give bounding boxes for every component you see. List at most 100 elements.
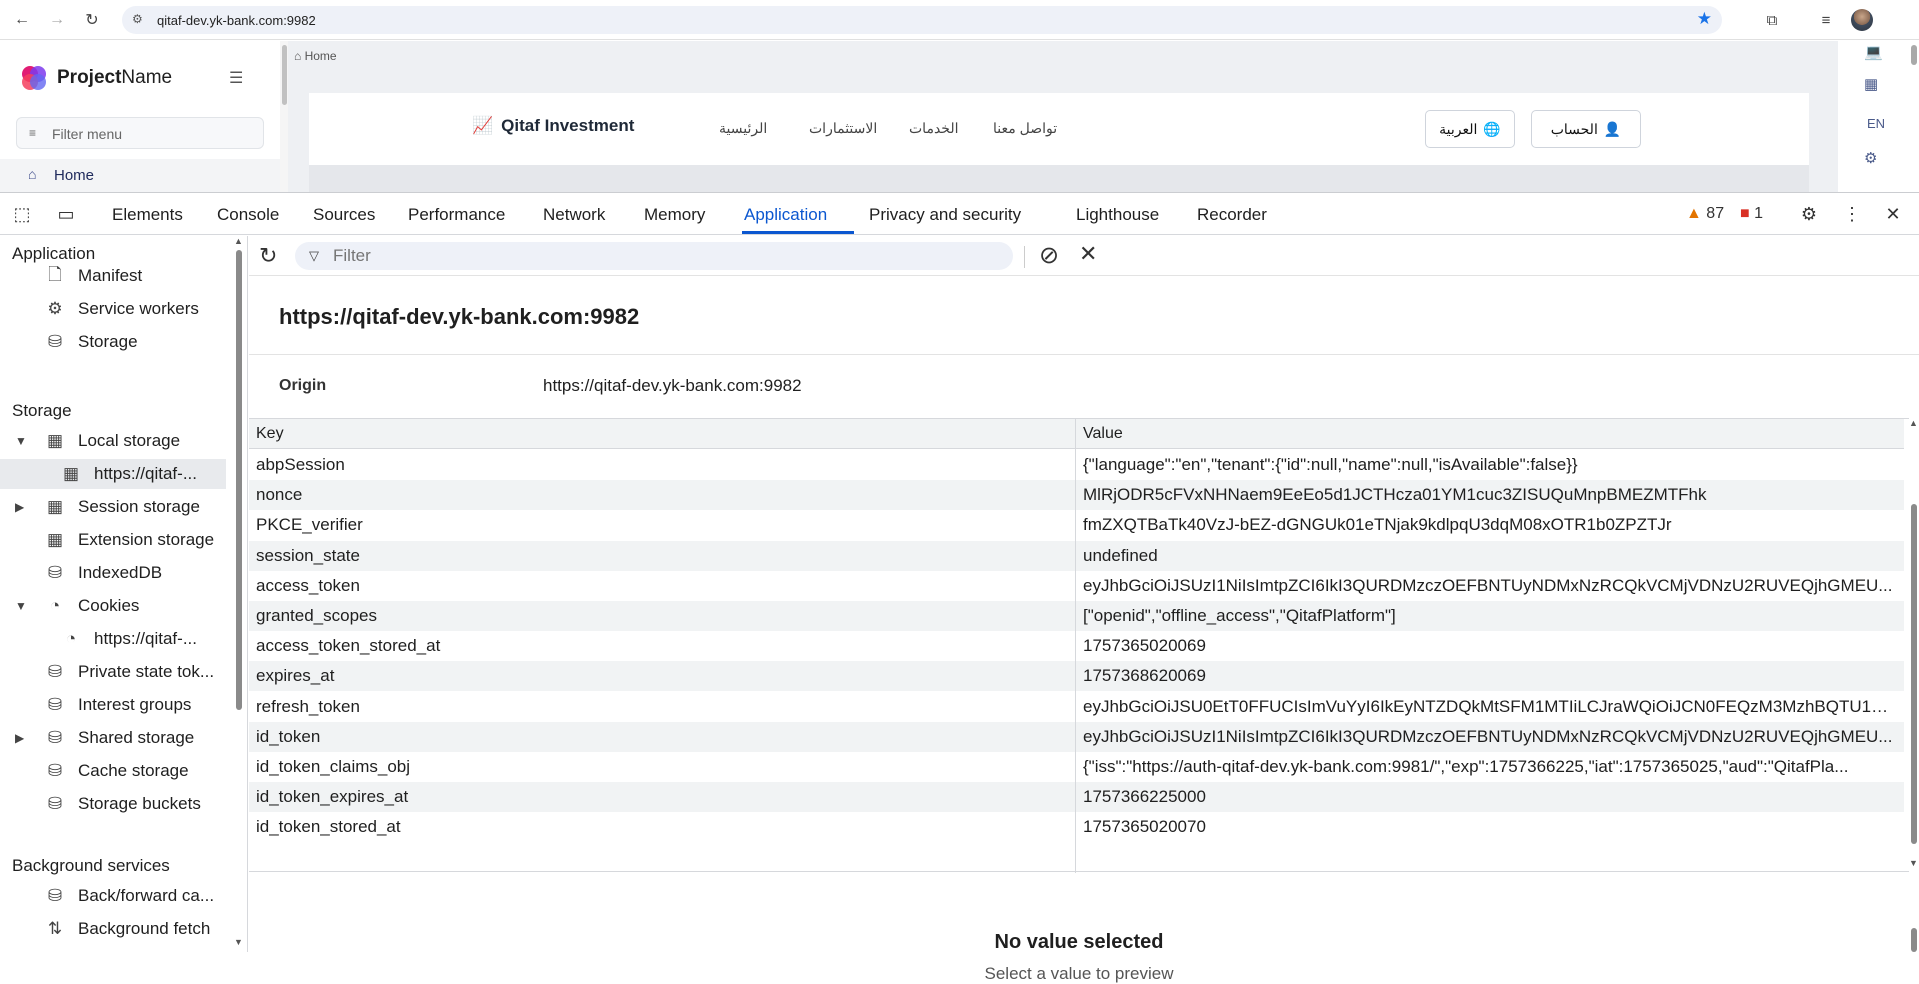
tree-storage-buckets[interactable]: ⛁ Storage buckets [42, 789, 201, 819]
tree-back-forward-cache[interactable]: ⛁ Back/forward ca... [42, 881, 214, 911]
preview-scrollbar[interactable] [1909, 886, 1919, 952]
row-value[interactable]: 1757365020070 [1083, 817, 1898, 837]
table-row[interactable]: id_token_claims_obj {"iss":"https://auth-… [249, 752, 1904, 782]
table-row[interactable]: access_token_stored_at 1757365020069 [249, 631, 1904, 661]
row-key[interactable]: expires_at [256, 666, 334, 686]
row-key[interactable]: session_state [256, 546, 360, 566]
row-value[interactable]: fmZXQTBaTk40VzJ-bEZ-dGNGUk01eTNjak9kdlpq… [1083, 515, 1898, 535]
row-value[interactable]: ["openid","offline_access","QitafPlatfor… [1083, 606, 1898, 626]
tab-sources[interactable]: Sources [313, 205, 375, 225]
table-row[interactable]: id_token_expires_at 1757366225000 [249, 782, 1904, 813]
column-header-value[interactable]: Value [1083, 425, 1123, 443]
profile-avatar[interactable] [1851, 9, 1873, 31]
tab-memory[interactable]: Memory [644, 205, 705, 225]
media-control-icon[interactable]: ≡ [1814, 8, 1838, 32]
device-toolbar-icon[interactable]: ▭ [54, 202, 78, 226]
table-row[interactable]: PKCE_verifier fmZXQTBaTk40VzJ-bEZ-dGNGUk0… [249, 510, 1904, 540]
row-value[interactable]: 1757368620069 [1083, 666, 1898, 686]
row-key[interactable]: id_token_stored_at [256, 817, 401, 837]
lang-toggle-en[interactable]: EN [1867, 116, 1885, 131]
back-icon[interactable]: ← [10, 8, 34, 32]
storage-filter-input[interactable] [333, 245, 993, 267]
row-value[interactable]: {"iss":"https://auth-qitaf-dev.yk-bank.c… [1083, 757, 1898, 777]
tab-performance[interactable]: Performance [408, 205, 505, 225]
collapsed-arrow-icon[interactable]: ▶ [15, 731, 24, 745]
row-key[interactable]: id_token [256, 727, 320, 747]
row-value[interactable]: eyJhbGciOiJSU0EtT0FFUCIsImVuYyI6IkEyNTZD… [1083, 697, 1898, 717]
row-value[interactable]: 1757365020069 [1083, 636, 1898, 656]
filter-menu-input[interactable]: ≡ Filter menu [16, 117, 264, 149]
refresh-icon[interactable]: ↻ [259, 243, 277, 269]
row-value[interactable]: 1757366225000 [1083, 787, 1898, 807]
tree-session-storage[interactable]: ▶ ▦ Session storage [15, 492, 200, 522]
tree-private-state-tokens[interactable]: ⛁ Private state tok... [42, 657, 214, 687]
forward-icon[interactable]: → [45, 8, 69, 32]
delete-selected-icon[interactable]: ✕ [1079, 241, 1097, 267]
expanded-arrow-icon[interactable]: ▼ [15, 434, 27, 448]
tree-interest-groups[interactable]: ⛁ Interest groups [42, 690, 192, 720]
sidebar-tree-scrollbar[interactable]: ▲ ▼ [234, 236, 244, 948]
tree-storage[interactable]: ⛁ Storage [42, 327, 138, 357]
tree-local-storage-origin[interactable]: ▦ https://qitaf-... [58, 459, 197, 489]
sidebar-scrollbar[interactable] [280, 41, 288, 192]
tab-application[interactable]: Application [744, 205, 827, 225]
row-key[interactable]: PKCE_verifier [256, 515, 363, 535]
table-row[interactable]: refresh_token eyJhbGciOiJSU0EtT0FFUCIsImV… [249, 692, 1904, 722]
qitaf-brand[interactable]: 📈 Qitaf Investment [472, 116, 634, 136]
row-key[interactable]: id_token_claims_obj [256, 757, 410, 777]
account-button[interactable]: الحساب 👤 [1531, 110, 1641, 148]
breadcrumb-home[interactable]: Home [305, 49, 337, 63]
collapsed-arrow-icon[interactable]: ▶ [15, 500, 24, 514]
menu-toggle-icon[interactable]: ☰ [229, 68, 243, 88]
row-value[interactable]: undefined [1083, 546, 1898, 566]
row-value[interactable]: eyJhbGciOiJSUzI1NiIsImtpZCI6IkI3QURDMzcz… [1083, 576, 1898, 596]
tree-extension-storage[interactable]: ▦ Extension storage [42, 525, 214, 555]
tree-local-storage[interactable]: ▼ ▦ Local storage [15, 426, 180, 456]
table-row[interactable]: expires_at 1757368620069 [249, 661, 1904, 692]
column-divider[interactable] [1075, 419, 1076, 873]
table-row[interactable]: nonce MlRjODR5cFVxNHNaem9EeEo5d1JCTHcza01… [249, 480, 1904, 511]
row-key[interactable]: access_token [256, 576, 360, 596]
tree-cookies-origin[interactable]: ◔ https://qitaf-... [58, 624, 197, 654]
tree-service-workers[interactable]: ⚙ Service workers [42, 294, 199, 324]
errors-badge[interactable]: ■ 1 [1740, 205, 1763, 223]
tree-cache-storage[interactable]: ⛁ Cache storage [42, 756, 189, 786]
language-button[interactable]: العربية 🌐 [1425, 110, 1515, 148]
table-row[interactable]: id_token eyJhbGciOiJSUzI1NiIsImtpZCI6IkI3… [249, 721, 1904, 752]
page-scrollbar[interactable] [1909, 41, 1919, 192]
tab-elements[interactable]: Elements [112, 205, 183, 225]
scroll-down-icon[interactable]: ▼ [1909, 858, 1918, 868]
nav-link-contact[interactable]: تواصل معنا [993, 120, 1057, 137]
laptop-icon[interactable]: 💻 [1864, 43, 1883, 61]
tree-manifest[interactable]: 🗋 Manifest [42, 261, 142, 291]
close-devtools-icon[interactable]: ✕ [1881, 202, 1905, 226]
tab-network[interactable]: Network [543, 205, 605, 225]
tree-indexeddb[interactable]: ⛁ IndexedDB [42, 558, 162, 588]
tab-privacy-security[interactable]: Privacy and security [869, 205, 1021, 225]
row-key[interactable]: id_token_expires_at [256, 787, 408, 807]
row-key[interactable]: refresh_token [256, 697, 360, 717]
table-row[interactable]: session_state undefined [249, 540, 1904, 571]
table-row[interactable]: access_token eyJhbGciOiJSUzI1NiIsImtpZCI6… [249, 571, 1904, 601]
tree-cookies[interactable]: ▼ ◔ Cookies [15, 591, 139, 621]
table-row[interactable]: granted_scopes ["openid","offline_access"… [249, 601, 1904, 631]
nav-link-home[interactable]: الرئيسية [719, 120, 767, 137]
bookmark-star-icon[interactable]: ★ [1697, 9, 1712, 29]
nav-link-services[interactable]: الخدمات [909, 120, 959, 137]
tab-lighthouse[interactable]: Lighthouse [1076, 205, 1159, 225]
table-row[interactable]: id_token_stored_at 1757365020070 [249, 812, 1904, 842]
address-bar[interactable]: ⚙ qitaf-dev.yk-bank.com:9982 ★ [122, 6, 1722, 34]
row-key[interactable]: granted_scopes [256, 606, 377, 626]
row-value[interactable]: eyJhbGciOiJSUzI1NiIsImtpZCI6IkI3QURDMzcz… [1083, 727, 1898, 747]
address-url[interactable]: qitaf-dev.yk-bank.com:9982 [157, 13, 316, 28]
more-options-icon[interactable]: ⋮ [1840, 202, 1864, 226]
table-row[interactable]: abpSession {"language":"en","tenant":{"id… [249, 450, 1904, 480]
scroll-up-icon[interactable]: ▲ [234, 236, 243, 246]
scroll-up-icon[interactable]: ▲ [1909, 418, 1918, 428]
tree-background-fetch[interactable]: ⇅ Background fetch [42, 914, 210, 944]
expanded-arrow-icon[interactable]: ▼ [15, 599, 27, 613]
tree-shared-storage[interactable]: ▶ ⛁ Shared storage [15, 723, 194, 753]
row-key[interactable]: nonce [256, 485, 302, 505]
tab-recorder[interactable]: Recorder [1197, 205, 1267, 225]
nav-link-investments[interactable]: الاستثمارات [809, 120, 877, 137]
